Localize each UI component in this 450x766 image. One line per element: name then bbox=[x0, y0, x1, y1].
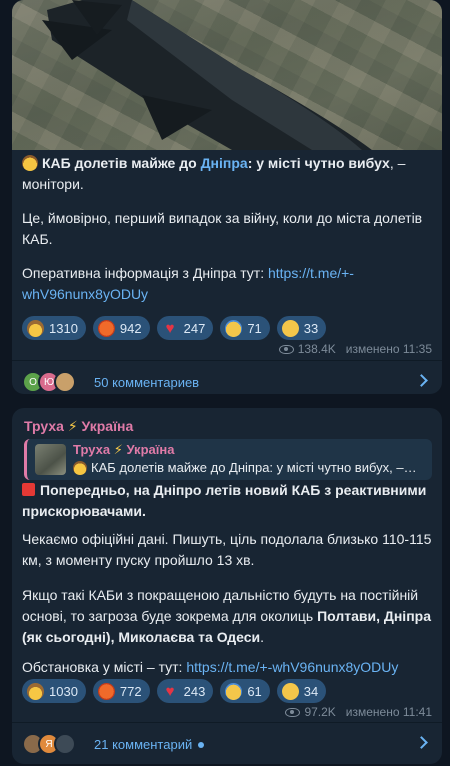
quote-author: Труха ⚡ Україна bbox=[73, 442, 175, 457]
commenter-avatars: Я bbox=[22, 733, 92, 755]
view-count: 138.4K bbox=[297, 342, 336, 356]
comments-button[interactable]: Я 21 комментарий bbox=[12, 722, 442, 764]
reaction-cowboy[interactable]: 1310 bbox=[22, 316, 86, 340]
post2-meta: 97.2K изменено 11:41 bbox=[285, 705, 432, 719]
dnipro-link[interactable]: Дніпра bbox=[201, 155, 248, 171]
post-photo-bomb[interactable] bbox=[12, 0, 442, 150]
reaction-angry[interactable]: 942 bbox=[92, 316, 150, 340]
chevron-right-icon bbox=[415, 736, 428, 749]
post2-reactions: 1030 772 ♥ 243 61 34 bbox=[22, 679, 327, 703]
reaction-smirk[interactable]: 34 bbox=[276, 679, 327, 703]
cowboy-face-icon bbox=[27, 319, 44, 337]
smirking-face-icon bbox=[281, 682, 299, 700]
avatar bbox=[54, 371, 76, 393]
post1-paragraph-3: Оперативна інформація з Дніпра тут: http… bbox=[22, 265, 354, 302]
angry-face-icon bbox=[97, 319, 115, 337]
reply-quote[interactable]: Труха ⚡ Україна КАБ долетів майже до Дні… bbox=[24, 439, 432, 480]
reaction-angry[interactable]: 772 bbox=[92, 679, 150, 703]
angry-face-icon bbox=[97, 682, 115, 700]
comments-button[interactable]: О Ю 50 комментариев bbox=[12, 360, 442, 394]
lightning-icon: ⚡ bbox=[67, 418, 78, 434]
quote-thumbnail bbox=[35, 444, 66, 475]
cowboy-face-icon bbox=[73, 461, 87, 475]
heart-icon: ♥ bbox=[165, 682, 175, 700]
reaction-heart[interactable]: ♥ 243 bbox=[156, 679, 214, 703]
post1-reactions: 1310 942 ♥ 247 71 33 bbox=[22, 316, 327, 340]
post1-headline: КАБ долетів майже до Дніпра: у місті чут… bbox=[22, 155, 406, 192]
edited-time: изменено 11:41 bbox=[345, 705, 432, 719]
comments-count: 21 комментарий bbox=[94, 737, 205, 752]
screaming-face-icon bbox=[225, 682, 243, 700]
post2-paragraph-4: Обстановка у місті – тут: https://t.me/+… bbox=[22, 659, 399, 675]
reaction-scream[interactable]: 71 bbox=[220, 316, 270, 340]
view-count: 97.2K bbox=[304, 705, 336, 719]
bomb-illustration bbox=[42, 0, 372, 150]
edited-time: изменено 11:35 bbox=[345, 342, 432, 356]
avatar bbox=[54, 733, 76, 755]
post1-meta: 138.4K изменено 11:35 bbox=[278, 342, 432, 356]
channel-post-2[interactable]: Труха ⚡ Україна Труха ⚡ Україна КАБ доле… bbox=[12, 408, 442, 764]
cowboy-face-icon bbox=[27, 682, 44, 700]
reaction-smirk[interactable]: 33 bbox=[276, 316, 327, 340]
smirking-face-icon bbox=[281, 319, 299, 337]
channel-post-1[interactable]: КАБ долетів майже до Дніпра: у місті чут… bbox=[12, 0, 442, 394]
post2-paragraph-3: Якщо такі КАБи з покращеною дальністю бу… bbox=[22, 587, 431, 645]
post1-paragraph-2: Це, ймовірно, перший випадок за війну, к… bbox=[22, 210, 423, 247]
chevron-right-icon bbox=[415, 374, 428, 387]
eye-icon bbox=[285, 707, 301, 717]
unread-dot-icon bbox=[198, 741, 205, 748]
commenter-avatars: О Ю bbox=[22, 371, 92, 393]
comments-count: 50 комментариев bbox=[94, 374, 200, 390]
reaction-scream[interactable]: 61 bbox=[220, 679, 270, 703]
heart-icon: ♥ bbox=[165, 319, 175, 337]
lightning-icon: ⚡ bbox=[113, 442, 123, 457]
screaming-face-icon bbox=[225, 319, 243, 337]
reaction-heart[interactable]: ♥ 247 bbox=[156, 316, 214, 340]
quote-text: КАБ долетів майже до Дніпра: у місті чут… bbox=[73, 460, 418, 475]
cowboy-face-icon bbox=[22, 155, 38, 171]
exclamation-icon bbox=[22, 483, 35, 496]
eye-icon bbox=[278, 344, 294, 354]
channel-author[interactable]: Труха ⚡ Україна bbox=[24, 418, 133, 435]
post2-paragraph-1: Попередньо, на Дніпро летів новий КАБ з … bbox=[22, 482, 427, 519]
post2-paragraph-2: Чекаємо офіційні дані. Пишуть, ціль подо… bbox=[22, 531, 432, 568]
reaction-cowboy[interactable]: 1030 bbox=[22, 679, 86, 703]
telegram-link[interactable]: https://t.me/+-whV96nunx8yODUy bbox=[186, 659, 398, 675]
